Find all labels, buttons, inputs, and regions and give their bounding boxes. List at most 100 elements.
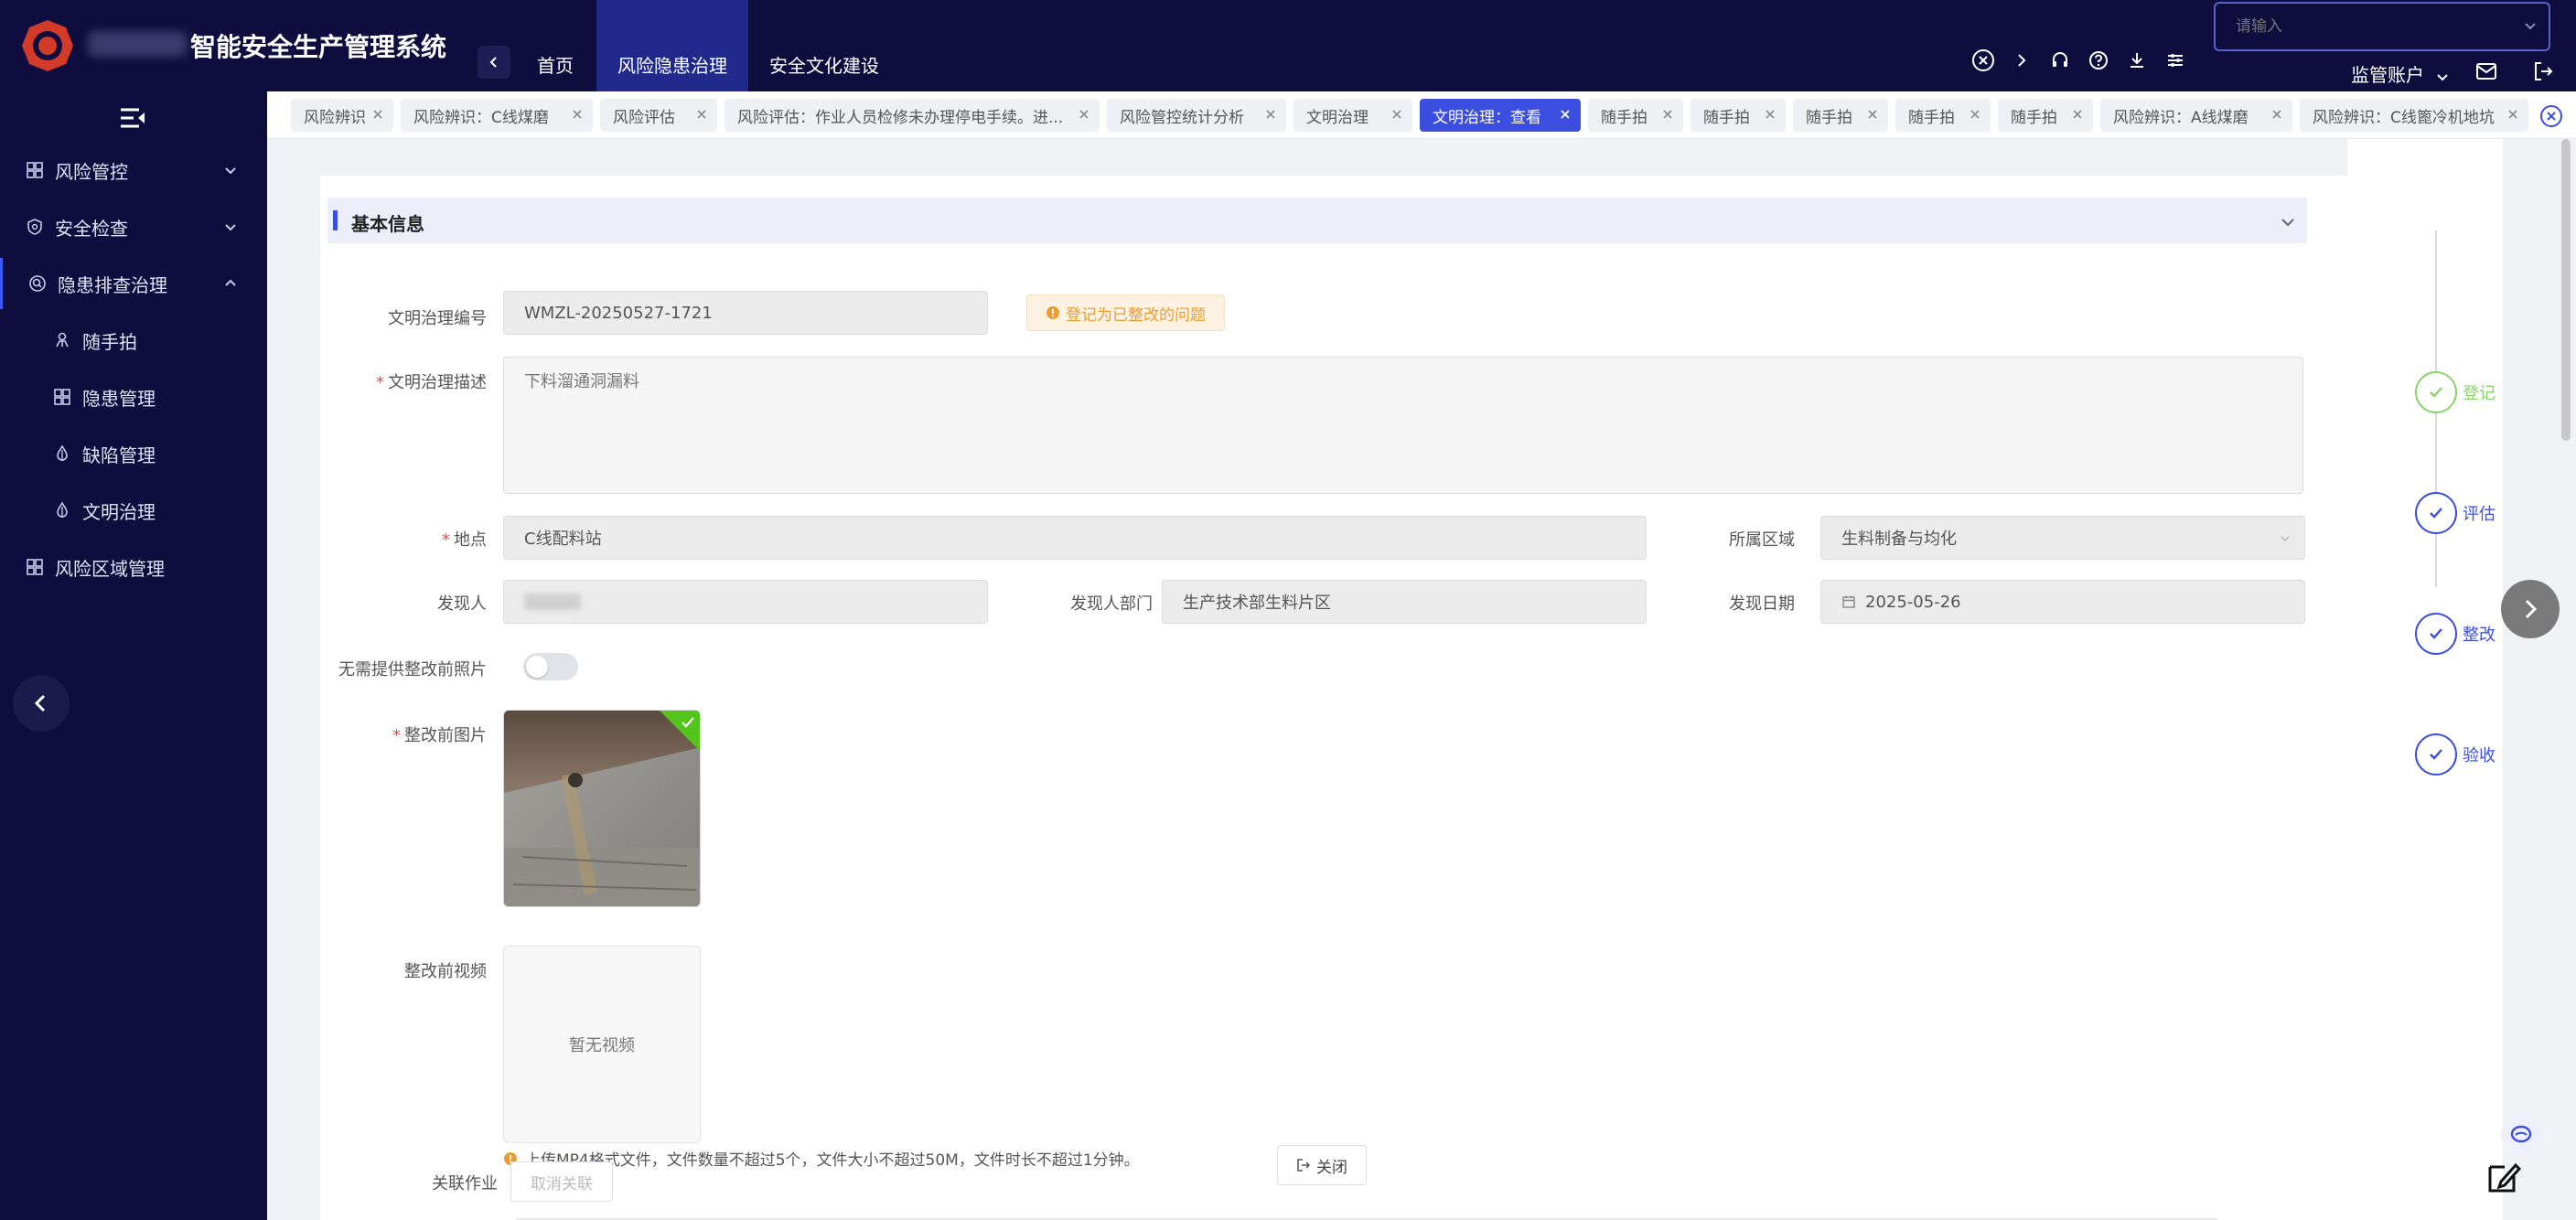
chevron-down-icon[interactable] — [2280, 214, 2296, 230]
sidebar-item-civilized-governance[interactable]: 文明治理 — [0, 485, 267, 536]
close-icon[interactable] — [1264, 108, 1277, 121]
close-icon[interactable] — [2506, 108, 2519, 121]
sidebar-item-snapshot[interactable]: 随手拍 — [0, 315, 267, 366]
top-search[interactable] — [2214, 2, 2550, 51]
logout-icon[interactable] — [2530, 59, 2556, 84]
tab-item[interactable]: 文明治理 — [1293, 99, 1412, 132]
tab-item[interactable]: 风险辨识：A线煤磨 — [2100, 99, 2292, 132]
download-icon[interactable] — [2124, 48, 2150, 73]
nav-risk-hazard[interactable]: 风险隐患治理 — [596, 0, 748, 91]
tab-item[interactable]: 随手拍 — [1690, 99, 1786, 132]
headset-icon[interactable] — [2047, 48, 2073, 73]
label-before-video: 整改前视频 — [404, 962, 487, 981]
date-value: 2025-05-26 — [1865, 592, 1961, 612]
sidebar-item-safety-check[interactable]: 安全检查 — [0, 201, 267, 252]
help-icon[interactable] — [2086, 48, 2111, 73]
account-name: 监管账户 — [2351, 64, 2424, 86]
toggle-knob — [526, 656, 548, 678]
close-icon[interactable] — [1390, 108, 1403, 121]
edit-float-button[interactable] — [2481, 1154, 2527, 1200]
top-bar: 智能安全生产管理系统 首页 风险隐患治理 安全文化建设 监管账户 — [0, 0, 2576, 91]
mail-icon[interactable] — [2474, 59, 2499, 84]
required-mark: * — [392, 726, 401, 745]
area-select-value: 生料制备与均化 — [1841, 530, 1957, 549]
close-icon[interactable] — [695, 108, 708, 121]
tab-item[interactable]: 风险辨识：C线煤磨 — [401, 99, 593, 132]
tab-label: 文明治理 — [1306, 108, 1368, 127]
required-mark: * — [442, 530, 450, 550]
close-icon[interactable] — [1559, 108, 1572, 121]
before-photo-thumbnail[interactable] — [503, 710, 701, 907]
account-menu[interactable]: 监管账户 — [2351, 60, 2450, 87]
tab-label: 随手拍 — [1908, 108, 1955, 127]
close-icon[interactable] — [2071, 108, 2084, 121]
label-code: 文明治理编号 — [388, 309, 487, 328]
location-field: C线配料站 — [503, 516, 1647, 560]
sidebar-item-risk-area[interactable]: 风险区域管理 — [0, 541, 267, 593]
section-title: 基本信息 — [351, 213, 424, 235]
close-icon[interactable] — [371, 108, 384, 121]
settings-sliders-icon[interactable] — [2163, 48, 2188, 73]
search-input[interactable] — [2216, 4, 2490, 49]
label-dept: 发现人部门 — [1070, 594, 1153, 614]
no-photo-toggle[interactable] — [523, 653, 578, 680]
sidebar-item-hazard-governance[interactable]: 隐患排查治理 — [0, 258, 267, 309]
tab-item[interactable]: 随手拍 — [1998, 99, 2093, 132]
close-icon[interactable] — [1078, 108, 1090, 121]
scrollbar[interactable] — [2561, 139, 2571, 441]
sidebar-item-label: 风险管控 — [55, 160, 128, 183]
sidebar-prev-button[interactable] — [13, 675, 70, 732]
section-header[interactable]: 基本信息 — [327, 198, 2307, 243]
tab-item[interactable]: 风险辨识 — [291, 99, 393, 132]
close-icon[interactable] — [1661, 108, 1674, 121]
tab-label: 风险辨识：A线煤磨 — [2113, 108, 2249, 127]
label-area: 所属区域 — [1729, 530, 1795, 550]
section-accent-bar — [333, 210, 338, 230]
close-icon[interactable] — [1969, 108, 1981, 121]
grid-icon — [54, 389, 70, 405]
assistant-float-button[interactable] — [2501, 1114, 2541, 1154]
finder-blurred-name — [524, 594, 581, 610]
nav-prev-button[interactable] — [478, 46, 510, 79]
nav-safety-culture[interactable]: 安全文化建设 — [759, 0, 889, 91]
app-title: 智能安全生产管理系统 — [190, 32, 447, 62]
sidebar-item-risk-control[interactable]: 风险管控 — [0, 144, 267, 196]
tab-item[interactable]: 风险评估 — [600, 99, 717, 132]
nav-home[interactable]: 首页 — [523, 0, 587, 91]
sidebar-item-hazard-management[interactable]: 隐患管理 — [0, 371, 267, 423]
main-content: 基本信息 文明治理编号 WMZL-20250527-1721 登记为已整改的问题… — [267, 139, 2576, 1220]
close-icon[interactable] — [571, 108, 584, 121]
close-all-tabs-icon[interactable] — [2539, 104, 2563, 128]
tab-item[interactable]: 随手拍 — [1793, 99, 1888, 132]
sidebar-item-defect-management[interactable]: 缺陷管理 — [0, 428, 267, 479]
tab-item[interactable]: 风险评估：作业人员检修未办理停电手续。进... — [724, 99, 1100, 132]
tab-item[interactable]: 风险管控统计分析 — [1107, 99, 1286, 132]
tab-item[interactable]: 随手拍 — [1588, 99, 1683, 132]
tab-label: 风险辨识：C线篦冷机地坑 — [2313, 108, 2495, 127]
status-tag-text: 登记为已整改的问题 — [1066, 305, 1206, 325]
chevron-down-icon — [225, 167, 236, 175]
close-button[interactable]: 关闭 — [1277, 1145, 1367, 1185]
close-icon[interactable] — [1764, 108, 1776, 121]
next-page-button[interactable] — [2501, 580, 2560, 638]
chevron-up-icon — [225, 279, 236, 286]
tab-label: 随手拍 — [1601, 108, 1648, 127]
label-related: 关联作业 — [432, 1174, 498, 1193]
grid-icon — [27, 162, 43, 178]
grid-icon — [27, 559, 43, 575]
menu-fold-icon[interactable] — [119, 106, 146, 130]
droplet-icon — [57, 501, 68, 518]
close-icon[interactable] — [1866, 108, 1879, 121]
tab-item[interactable]: 随手拍 — [1895, 99, 1991, 132]
chevron-down-icon — [2525, 23, 2536, 30]
tab-item-active[interactable]: 文明治理：查看 — [1420, 99, 1581, 132]
label-desc-text: 文明治理描述 — [388, 373, 487, 392]
tab-item[interactable]: 风险辨识：C线篦冷机地坑 — [2300, 99, 2528, 132]
video-empty-box: 暂无视频 — [503, 946, 701, 1143]
code-field: WMZL-20250527-1721 — [503, 291, 988, 335]
cancel-related-button[interactable]: 取消关联 — [510, 1161, 613, 1202]
close-circle-icon[interactable] — [1970, 48, 1996, 73]
close-icon[interactable] — [2270, 108, 2283, 121]
chevron-right-icon[interactable] — [2009, 48, 2034, 73]
label-desc: * 文明治理描述 — [320, 369, 487, 393]
